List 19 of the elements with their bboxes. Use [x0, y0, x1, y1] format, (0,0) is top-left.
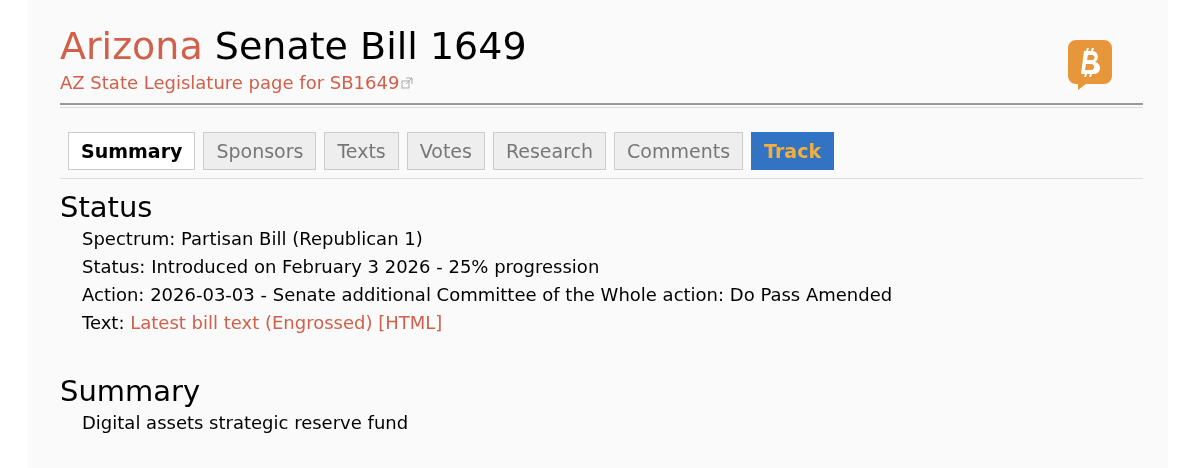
tab[interactable]: Comments: [614, 132, 744, 170]
tab[interactable]: Summary: [68, 132, 196, 170]
tab[interactable]: Sponsors: [203, 132, 317, 170]
bitcoin-chat-icon[interactable]: [1068, 40, 1112, 90]
tab[interactable]: Votes: [406, 132, 485, 170]
legislature-link[interactable]: AZ State Legislature page for SB1649: [60, 72, 414, 93]
status-line: Status: Introduced on February 3 2026 - 25% progression: [82, 255, 601, 279]
external-link-icon: [401, 76, 414, 89]
status-line: Spectrum: Partisan Bill (Republican 1): [82, 227, 424, 251]
section-heading: Summary: [60, 373, 202, 409]
tab[interactable]: Texts: [324, 132, 399, 170]
track-button[interactable]: Track: [751, 132, 835, 170]
status-line: Action: 2026-03-03 - Senate additional Committee of the Whole action: Do Pass Amended: [82, 283, 894, 307]
tab[interactable]: Research: [492, 132, 607, 170]
section-heading: Status: [60, 189, 154, 225]
status-line: Text: Latest bill text (Engrossed) [HTML]: [82, 311, 444, 335]
summary-text: Digital assets strategic reserve fund: [82, 411, 410, 435]
bill-title: Arizona Senate Bill 1649: [60, 23, 527, 70]
bill-text-link[interactable]: Latest bill text (Engrossed) [HTML]: [130, 312, 443, 333]
